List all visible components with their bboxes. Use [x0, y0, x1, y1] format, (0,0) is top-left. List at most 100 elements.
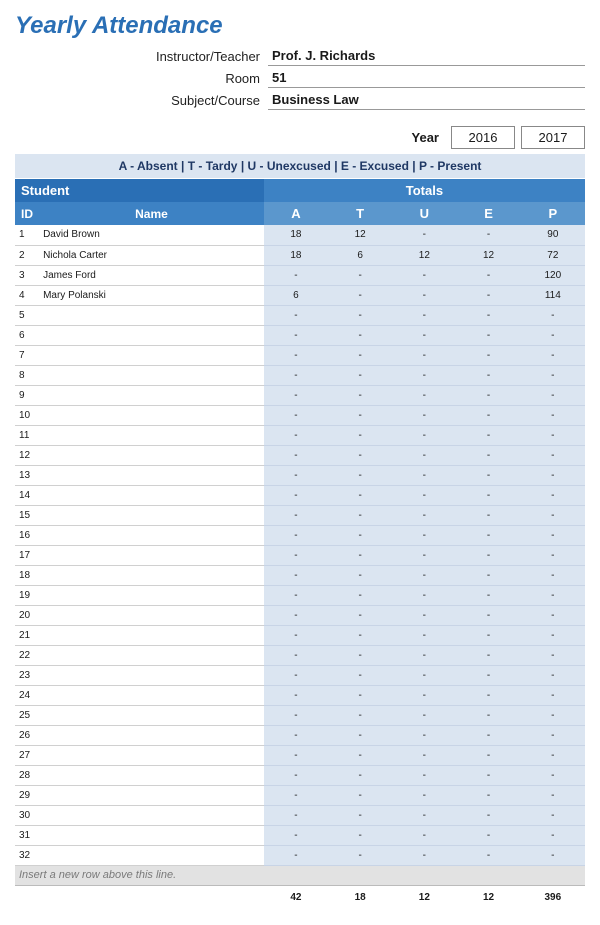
table-row[interactable]: 18-----: [15, 565, 585, 585]
table-row[interactable]: 16-----: [15, 525, 585, 545]
cell-p: 114: [521, 285, 585, 305]
cell-id: 2: [15, 245, 39, 265]
cell-name[interactable]: [39, 545, 264, 565]
cell-name[interactable]: [39, 665, 264, 685]
table-row[interactable]: 28-----: [15, 765, 585, 785]
instructor-value[interactable]: Prof. J. Richards: [268, 46, 585, 66]
table-row[interactable]: 23-----: [15, 665, 585, 685]
cell-name[interactable]: [39, 705, 264, 725]
table-row[interactable]: 7-----: [15, 345, 585, 365]
grand-total-u: 12: [392, 885, 456, 905]
table-row[interactable]: 26-----: [15, 725, 585, 745]
cell-name[interactable]: [39, 685, 264, 705]
cell-name[interactable]: [39, 825, 264, 845]
table-row[interactable]: 30-----: [15, 805, 585, 825]
cell-p: -: [521, 825, 585, 845]
cell-name[interactable]: [39, 305, 264, 325]
cell-name[interactable]: [39, 745, 264, 765]
cell-name[interactable]: [39, 785, 264, 805]
cell-name[interactable]: [39, 605, 264, 625]
cell-p: -: [521, 405, 585, 425]
cell-name[interactable]: [39, 485, 264, 505]
table-row[interactable]: 29-----: [15, 785, 585, 805]
cell-a: 18: [264, 225, 328, 245]
cell-name[interactable]: [39, 525, 264, 545]
table-row[interactable]: 32-----: [15, 845, 585, 865]
table-row[interactable]: 25-----: [15, 705, 585, 725]
cell-id: 4: [15, 285, 39, 305]
cell-a: -: [264, 465, 328, 485]
year-2-box[interactable]: 2017: [521, 126, 585, 149]
cell-name[interactable]: [39, 725, 264, 745]
cell-name[interactable]: Nichola Carter: [39, 245, 264, 265]
cell-id: 19: [15, 585, 39, 605]
cell-e: -: [456, 585, 520, 605]
header-id: ID: [15, 202, 39, 225]
cell-name[interactable]: [39, 345, 264, 365]
table-row[interactable]: 12-----: [15, 445, 585, 465]
cell-u: -: [392, 745, 456, 765]
cell-name[interactable]: [39, 645, 264, 665]
table-row[interactable]: 27-----: [15, 745, 585, 765]
cell-name[interactable]: [39, 505, 264, 525]
cell-t: -: [328, 525, 392, 545]
cell-p: -: [521, 325, 585, 345]
table-row[interactable]: 4Mary Polanski6---114: [15, 285, 585, 305]
cell-name[interactable]: [39, 765, 264, 785]
cell-name[interactable]: [39, 565, 264, 585]
table-row[interactable]: 10-----: [15, 405, 585, 425]
cell-t: -: [328, 285, 392, 305]
table-row[interactable]: 1David Brown1812--90: [15, 225, 585, 245]
cell-e: -: [456, 805, 520, 825]
table-row[interactable]: 13-----: [15, 465, 585, 485]
table-row[interactable]: 15-----: [15, 505, 585, 525]
table-row[interactable]: 20-----: [15, 605, 585, 625]
table-row[interactable]: 3James Ford----120: [15, 265, 585, 285]
cell-name[interactable]: [39, 405, 264, 425]
table-row[interactable]: 6-----: [15, 325, 585, 345]
cell-id: 29: [15, 785, 39, 805]
cell-e: -: [456, 225, 520, 245]
cell-name[interactable]: David Brown: [39, 225, 264, 245]
year-1-box[interactable]: 2016: [451, 126, 515, 149]
cell-name[interactable]: [39, 625, 264, 645]
cell-e: -: [456, 405, 520, 425]
table-row[interactable]: 24-----: [15, 685, 585, 705]
subject-value[interactable]: Business Law: [268, 90, 585, 110]
cell-name[interactable]: [39, 585, 264, 605]
cell-a: -: [264, 445, 328, 465]
table-row[interactable]: 8-----: [15, 365, 585, 385]
cell-name[interactable]: [39, 445, 264, 465]
cell-e: -: [456, 565, 520, 585]
room-value[interactable]: 51: [268, 68, 585, 88]
cell-p: 120: [521, 265, 585, 285]
cell-name[interactable]: [39, 325, 264, 345]
header-col-e: E: [456, 202, 520, 225]
cell-name[interactable]: [39, 805, 264, 825]
table-row[interactable]: 31-----: [15, 825, 585, 845]
cell-name[interactable]: [39, 465, 264, 485]
cell-t: -: [328, 365, 392, 385]
table-row[interactable]: 2Nichola Carter186121272: [15, 245, 585, 265]
table-row[interactable]: 19-----: [15, 585, 585, 605]
cell-id: 24: [15, 685, 39, 705]
cell-t: -: [328, 425, 392, 445]
table-row[interactable]: 9-----: [15, 385, 585, 405]
cell-a: -: [264, 685, 328, 705]
table-row[interactable]: 17-----: [15, 545, 585, 565]
cell-name[interactable]: Mary Polanski: [39, 285, 264, 305]
cell-name[interactable]: [39, 385, 264, 405]
cell-t: -: [328, 605, 392, 625]
cell-name[interactable]: [39, 365, 264, 385]
table-row[interactable]: 14-----: [15, 485, 585, 505]
cell-name[interactable]: [39, 845, 264, 865]
table-row[interactable]: 11-----: [15, 425, 585, 445]
cell-name[interactable]: James Ford: [39, 265, 264, 285]
cell-name[interactable]: [39, 425, 264, 445]
cell-a: -: [264, 845, 328, 865]
table-row[interactable]: 21-----: [15, 625, 585, 645]
table-row[interactable]: 5-----: [15, 305, 585, 325]
table-row[interactable]: 22-----: [15, 645, 585, 665]
cell-id: 13: [15, 465, 39, 485]
cell-id: 11: [15, 425, 39, 445]
